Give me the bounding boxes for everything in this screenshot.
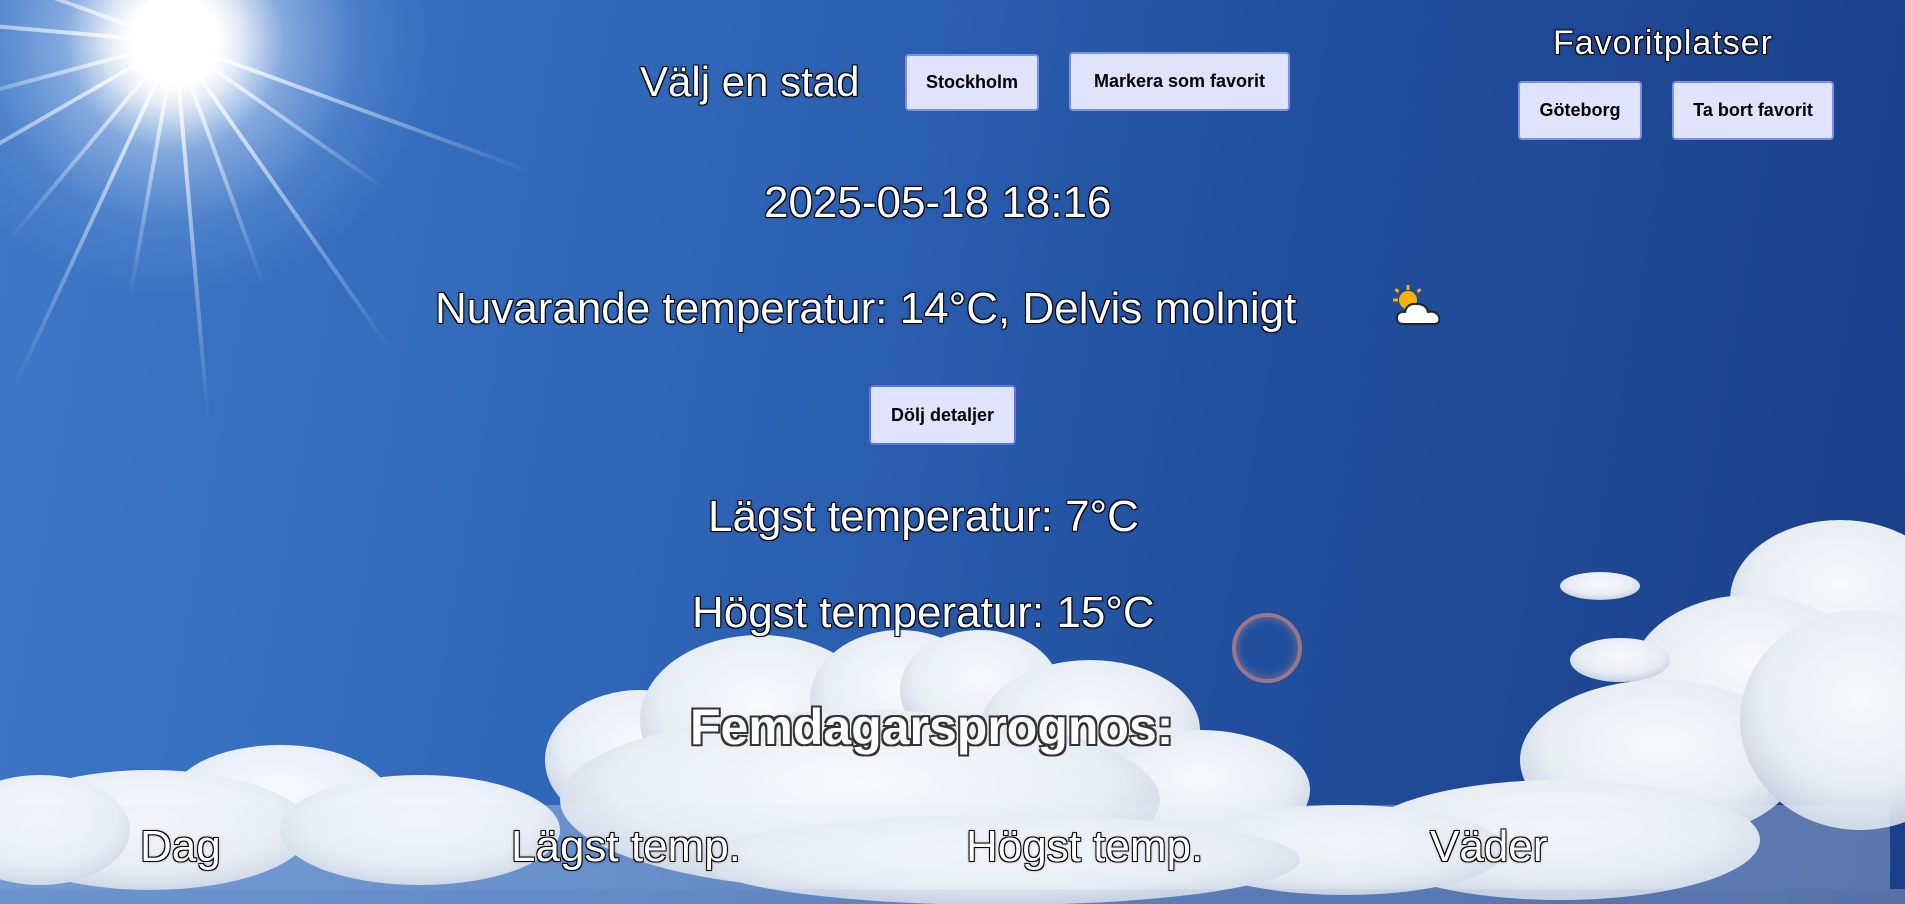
forecast-table-header <box>0 805 1890 889</box>
favorites-title: Favoritplatser <box>1553 24 1773 62</box>
forecast-title: Femdagarsprognos: <box>690 699 1174 755</box>
column-header-weather: Väder <box>1430 822 1548 871</box>
weather-app: Välj en stad Stockholm Markera som favor… <box>0 0 1905 904</box>
current-temperature: Nuvarande temperatur: 14°C, Delvis molni… <box>435 284 1297 333</box>
forecast-table-body <box>0 889 1905 904</box>
column-header-low-temp: Lägst temp. <box>511 822 741 871</box>
remove-favorite-button[interactable]: Ta bort favorit <box>1672 81 1834 140</box>
city-select-label: Välj en stad <box>640 58 860 105</box>
high-temperature: Högst temperatur: 15°C <box>692 588 1155 637</box>
column-header-high-temp: Högst temp. <box>966 822 1204 871</box>
current-datetime: 2025-05-18 18:16 <box>764 178 1112 227</box>
partly-cloudy-icon <box>1393 285 1441 325</box>
favorite-city-button[interactable]: Göteborg <box>1518 81 1642 140</box>
mark-favorite-button[interactable]: Markera som favorit <box>1069 52 1290 111</box>
hide-details-button[interactable]: Dölj detaljer <box>869 385 1016 445</box>
column-header-day: Dag <box>140 822 221 871</box>
city-select-button[interactable]: Stockholm <box>905 54 1039 111</box>
low-temperature: Lägst temperatur: 7°C <box>708 492 1139 541</box>
